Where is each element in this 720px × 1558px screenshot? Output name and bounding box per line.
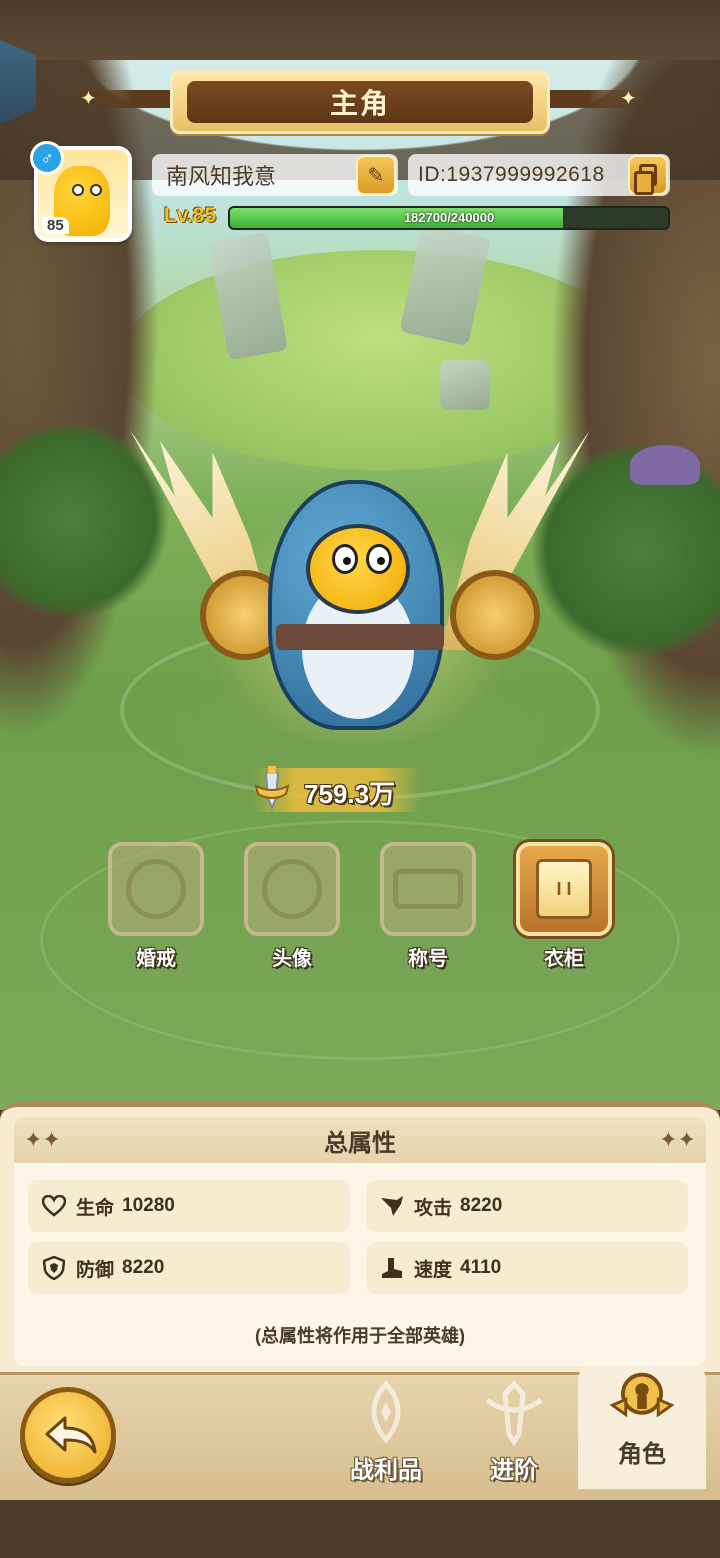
character-icon: [609, 1372, 675, 1418]
hero-eye: [366, 544, 392, 574]
xp-progress-text: 182700/240000: [403, 210, 495, 225]
title-ornament-right: [540, 90, 660, 108]
feature-avatar-button[interactable]: 头像: [244, 842, 340, 971]
nav-character-tab[interactable]: 角色: [578, 1367, 706, 1489]
attribute-attack: 攻击 8220: [366, 1180, 688, 1232]
xp-progress-bar: 182700/240000: [228, 206, 670, 230]
heart-icon: [40, 1192, 68, 1220]
panel-header: ✦✦ 总属性 ✦✦: [14, 1117, 706, 1163]
attribute-speed: 速度 4110: [366, 1242, 688, 1294]
pencil-icon: ✎: [367, 164, 385, 187]
attribute-label: 防御: [76, 1259, 115, 1281]
attribute-label: 生命: [76, 1197, 115, 1219]
ring-icon: [126, 859, 186, 919]
attribute-label: 攻击: [414, 1197, 453, 1219]
bottom-navigation: 战利品 进阶 角色: [0, 1367, 720, 1505]
shark-costume: [268, 480, 444, 730]
copy-id-button[interactable]: [628, 155, 668, 195]
hero-eye: [332, 544, 358, 574]
back-button[interactable]: [20, 1387, 116, 1483]
advance-icon: [485, 1380, 543, 1446]
copy-icon: [634, 164, 657, 195]
sword-power-icon: [254, 764, 290, 811]
loot-icon: [371, 1380, 401, 1444]
spiked-collar: [276, 624, 444, 650]
nav-label: 进阶: [490, 1457, 538, 1484]
sparkle-icon: ✦: [620, 88, 637, 110]
player-name: 南风知我意: [166, 164, 277, 189]
attribute-value: 8220: [460, 1195, 503, 1216]
bottom-frame: [0, 1500, 720, 1558]
feature-label: 头像: [272, 948, 312, 970]
attribute-value: 4110: [460, 1257, 502, 1278]
title-ornament-left: [60, 90, 180, 108]
top-frame: [0, 0, 720, 60]
attribute-defense: 防御 8220: [28, 1242, 350, 1294]
back-arrow-icon: [45, 1416, 97, 1454]
sparkle-icon: ✦: [80, 88, 97, 110]
panel-title: 总属性: [324, 1129, 396, 1157]
spiked-shield-right: [450, 570, 540, 660]
attributes-note: (总属性将作用于全部英雄): [255, 1326, 465, 1346]
avatar-eye: [90, 184, 102, 196]
background-rock: [440, 360, 490, 410]
male-gender-icon: ♂: [30, 141, 64, 175]
nav-advance-tab[interactable]: 进阶: [450, 1375, 578, 1505]
page-title: 主角: [329, 88, 390, 119]
mushroom: [630, 445, 700, 485]
sparkle-icon: ✦✦: [659, 1127, 696, 1152]
title-badge-icon: [393, 869, 463, 909]
nav-label: 角色: [618, 1441, 666, 1468]
attribute-label: 速度: [414, 1259, 453, 1281]
wardrobe-icon: I I: [536, 859, 592, 919]
avatar-frame-icon: [262, 859, 322, 919]
title-plaque: 主角: [170, 70, 550, 134]
combat-power: 759.3万: [252, 764, 422, 812]
edit-name-button[interactable]: ✎: [356, 155, 396, 195]
nav-loot-tab[interactable]: 战利品: [322, 1375, 450, 1505]
combat-power-value: 759.3万: [304, 779, 396, 809]
attribute-value: 10280: [122, 1195, 175, 1216]
player-level: Lv.85: [164, 204, 217, 227]
shield-icon: [40, 1254, 68, 1282]
attribute-value: 8220: [122, 1257, 165, 1278]
avatar-eye: [72, 184, 84, 196]
sparkle-icon: ✦✦: [24, 1127, 61, 1152]
feature-title-button[interactable]: 称号: [380, 842, 476, 971]
hero-face: [306, 524, 410, 614]
nav-label: 战利品: [350, 1457, 422, 1484]
total-attributes-panel: ✦✦ 总属性 ✦✦ 生命 10280 攻击 8220 防御 8220 速度 41…: [0, 1102, 720, 1374]
feature-ring-button[interactable]: 婚戒: [108, 842, 204, 971]
avatar-level-badge: 85: [42, 217, 69, 234]
boot-icon: [378, 1254, 406, 1282]
player-id: ID:1937999992618: [418, 163, 605, 186]
attack-icon: [378, 1192, 406, 1220]
attribute-hp: 生命 10280: [28, 1180, 350, 1232]
feature-label: 称号: [408, 948, 448, 970]
hero-character[interactable]: [130, 420, 590, 760]
feature-label: 婚戒: [136, 948, 176, 970]
feature-label: 衣柜: [544, 948, 584, 970]
feature-wardrobe-button[interactable]: I I 衣柜: [516, 842, 612, 971]
